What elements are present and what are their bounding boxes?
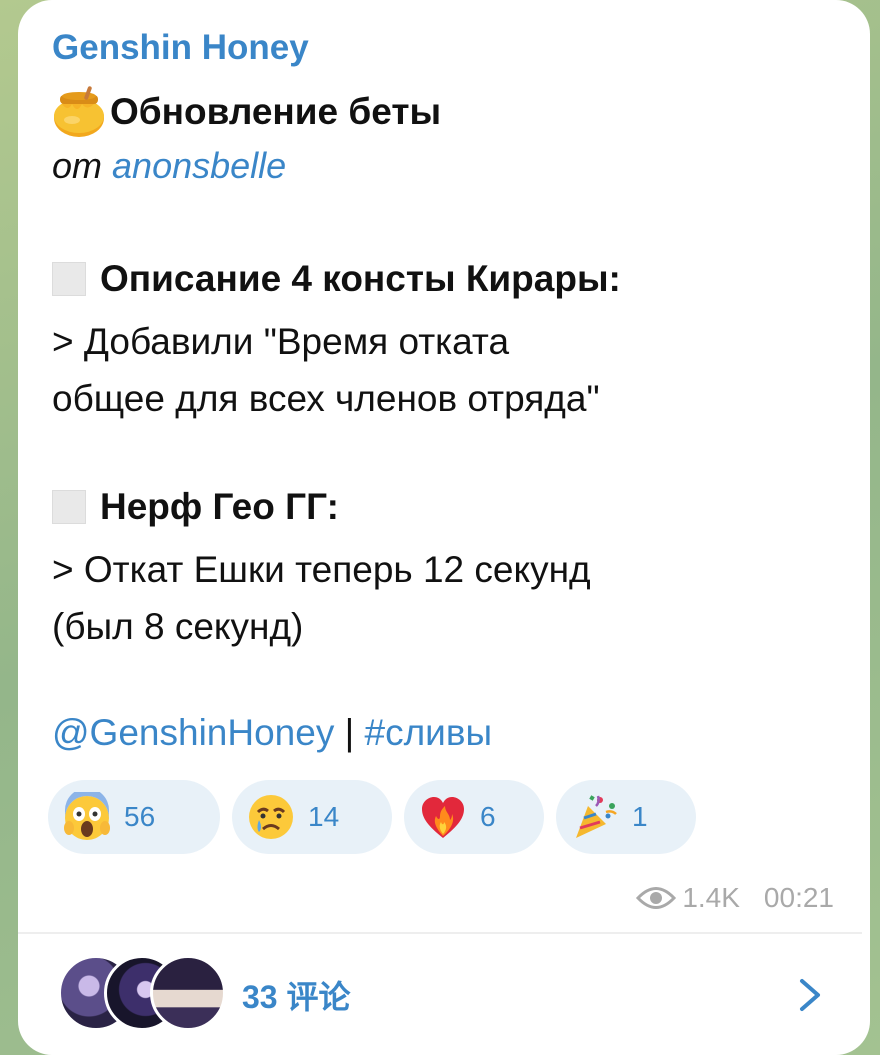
channel-mention-link[interactable]: @GenshinHoney bbox=[52, 712, 334, 753]
section-line: (был 8 секунд) bbox=[52, 606, 304, 647]
tag-separator: | bbox=[344, 712, 355, 753]
section-line: > Откат Ешки теперь 12 секунд bbox=[52, 549, 591, 590]
message-meta: 1.4K 00:21 bbox=[636, 882, 834, 914]
message-time: 00:21 bbox=[763, 882, 834, 913]
reaction-count: 6 bbox=[480, 801, 496, 832]
section-heading-text: Описание 4 консты Кирары: bbox=[100, 258, 621, 299]
post-tags: @GenshinHoney | #сливы bbox=[52, 712, 492, 754]
reaction-button[interactable]: 6 bbox=[404, 780, 544, 854]
party-popper-icon bbox=[570, 792, 620, 842]
reaction-count: 14 bbox=[308, 801, 340, 832]
avatar bbox=[150, 954, 226, 1031]
section-body: > Откат Ешки теперь 12 секунд (был 8 сек… bbox=[52, 541, 852, 655]
hashtag-link[interactable]: #сливы bbox=[365, 712, 493, 753]
section-heading-text: Нерф Гео ГГ: bbox=[100, 486, 339, 527]
reaction-button[interactable]: 1 bbox=[556, 780, 696, 854]
reaction-button[interactable]: 56 bbox=[48, 780, 220, 854]
heart-on-fire-icon bbox=[418, 792, 468, 842]
section-heading: Нерф Гео ГГ: bbox=[52, 486, 339, 528]
white-square-icon bbox=[52, 490, 86, 524]
white-square-icon bbox=[52, 262, 86, 296]
section-line: общее для всех членов отряда" bbox=[52, 378, 600, 419]
comments-count-label: 33 评论 bbox=[242, 978, 351, 1015]
section-heading: Описание 4 консты Кирары: bbox=[52, 258, 621, 300]
commenter-avatars bbox=[58, 954, 238, 1035]
author-link[interactable]: anonsbelle bbox=[112, 145, 286, 186]
section-line: > Добавили "Время отката bbox=[52, 321, 510, 362]
reactions-bar: 56 14 6 1 bbox=[48, 780, 696, 854]
comments-button[interactable]: 33 评论 bbox=[18, 934, 870, 1055]
reaction-count: 1 bbox=[632, 801, 648, 832]
crying-face-icon bbox=[246, 792, 296, 842]
post-title-row: Обновление беты bbox=[50, 86, 441, 138]
screaming-face-icon bbox=[62, 788, 112, 842]
reaction-button[interactable]: 14 bbox=[232, 780, 392, 854]
post-title: Обновление беты bbox=[110, 91, 442, 132]
message-bubble: Genshin Honey Обновление беты от anonsbe… bbox=[18, 0, 870, 1055]
views-eye-icon bbox=[636, 885, 677, 911]
channel-name[interactable]: Genshin Honey bbox=[52, 28, 309, 68]
honey-pot-icon bbox=[50, 86, 108, 138]
chevron-right-icon bbox=[796, 975, 824, 1015]
section-body: > Добавили "Время отката общее для всех … bbox=[52, 313, 852, 427]
author-prefix: от bbox=[52, 145, 103, 186]
post-author-line: от anonsbelle bbox=[52, 145, 286, 187]
reaction-count: 56 bbox=[124, 801, 156, 832]
view-count: 1.4K bbox=[682, 882, 740, 913]
